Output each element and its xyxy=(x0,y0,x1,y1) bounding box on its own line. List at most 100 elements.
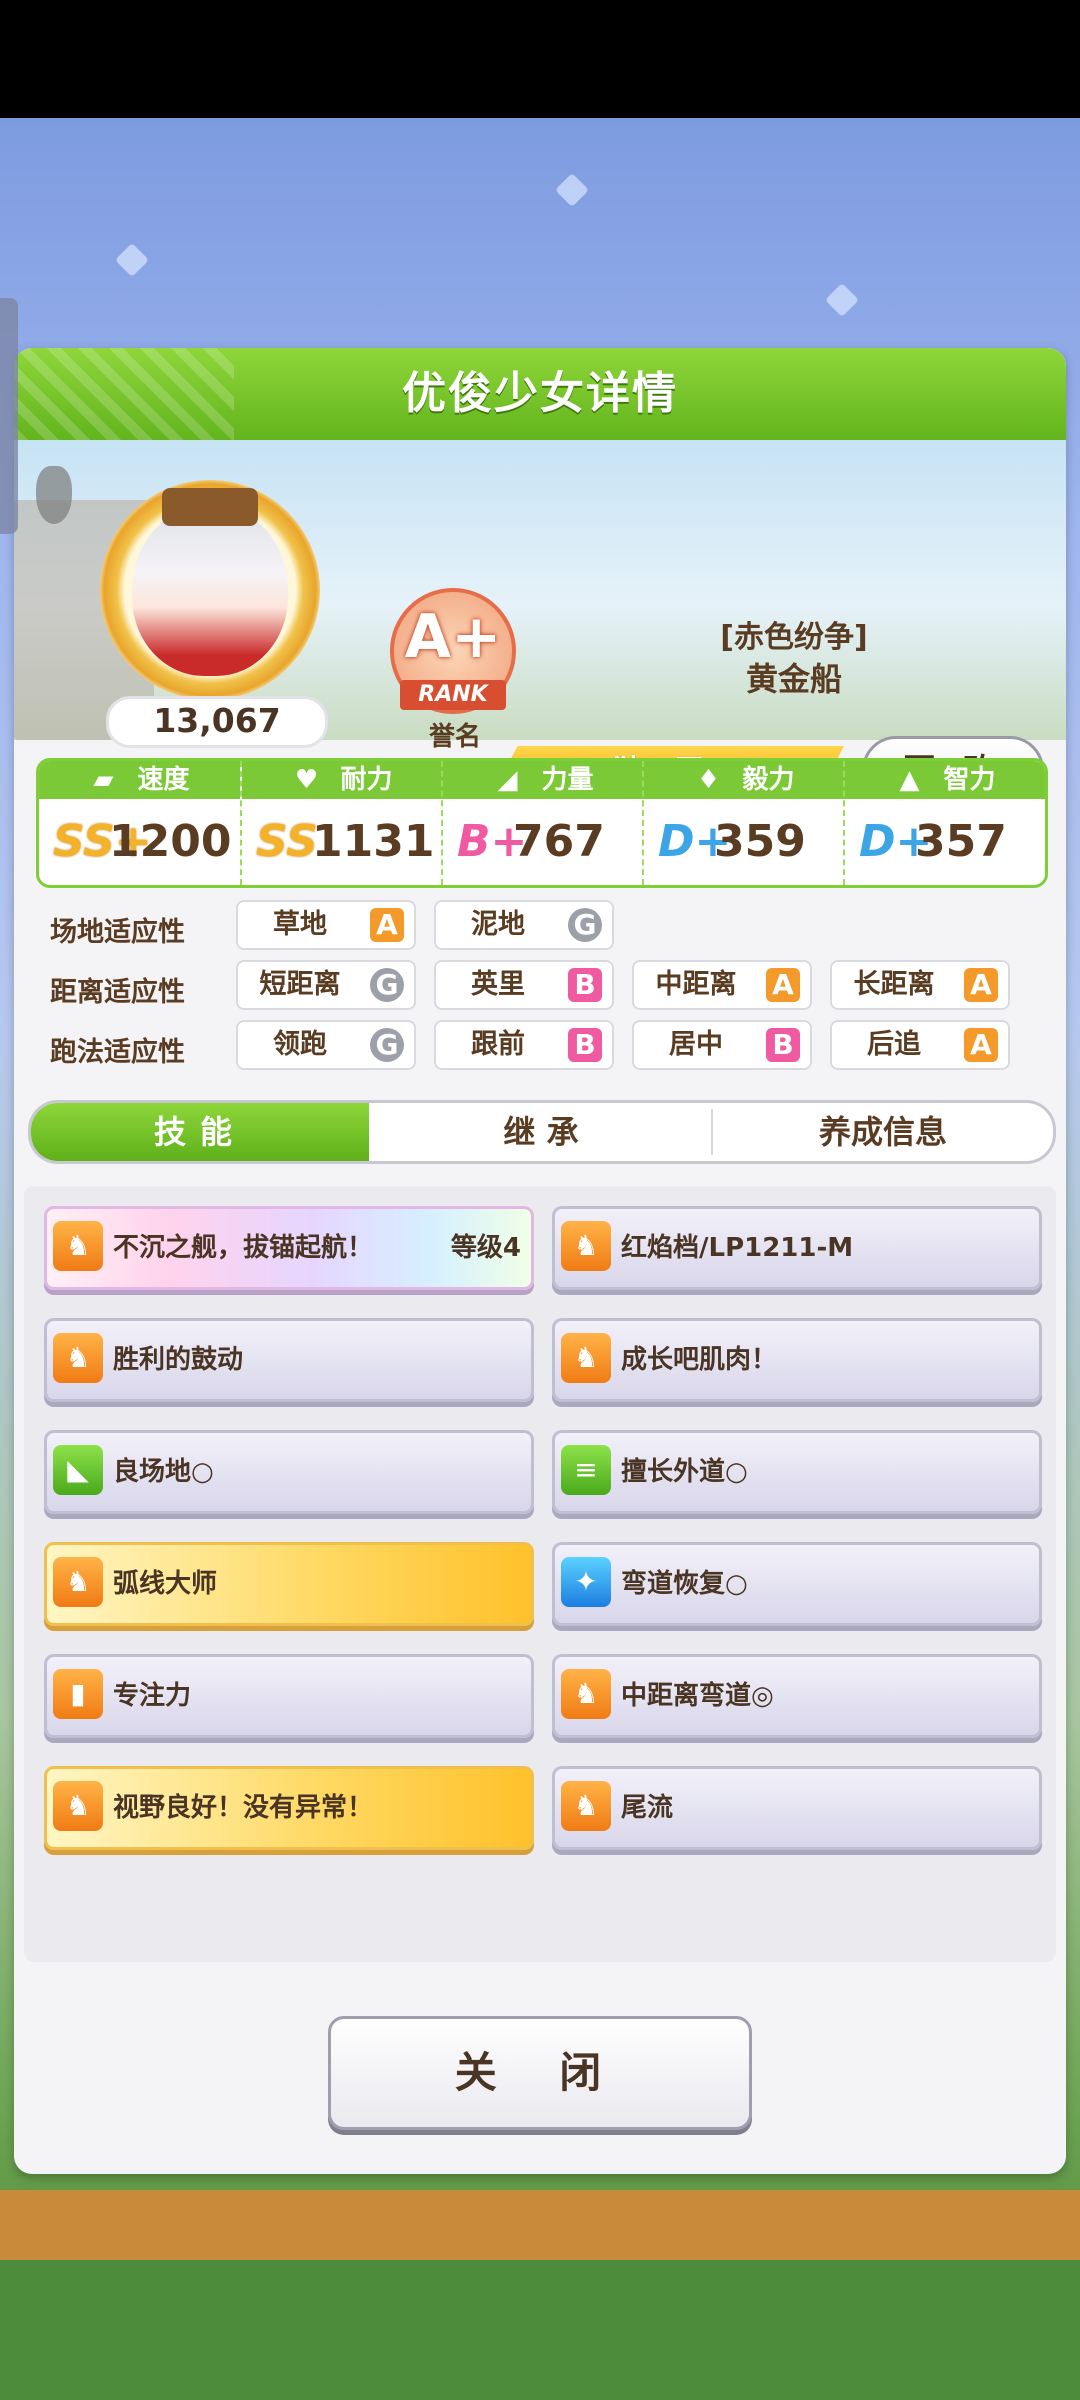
arm-icon: ◢ xyxy=(497,765,518,795)
skill-label: 视野良好！没有异常！ xyxy=(113,1793,374,1823)
skill-item[interactable]: ◣ 良场地○ xyxy=(44,1430,534,1514)
shoe-icon: ▰ xyxy=(93,765,114,795)
skill-level: 等级4 xyxy=(450,1233,521,1263)
track-lanes-icon: ≡ xyxy=(561,1445,611,1495)
stat-value: 767 xyxy=(513,816,605,867)
sparkle-decoration xyxy=(115,243,149,277)
aptitude-late-surger: 居中 B xyxy=(632,1020,812,1070)
horse-runner-icon: ♞ xyxy=(53,1557,103,1607)
carrot-icon xyxy=(36,466,72,524)
skill-item[interactable]: ♞ 尾流 xyxy=(552,1766,1042,1850)
horse-runner-icon: ♞ xyxy=(53,1333,103,1383)
skills-list: ♞ 不沉之舰，拔锚起航！ 等级4 ♞ 红焰档/LP1211-M ♞ 胜利的鼓动 … xyxy=(24,1186,1056,1962)
stat-wisdom: ▲ 智力 D+ 357 xyxy=(843,761,1045,885)
skill-label: 红焰档/LP1211-M xyxy=(621,1233,854,1263)
close-button[interactable]: 关 闭 xyxy=(328,2016,752,2130)
stat-label: 速度 xyxy=(137,765,190,795)
stat-power: ◢ 力量 B+ 767 xyxy=(441,761,644,885)
stat-grade: SS xyxy=(256,816,318,867)
stat-grade: SS+ xyxy=(53,816,152,867)
aptitude-rank: G xyxy=(370,968,404,1002)
aptitude-rank: A xyxy=(766,968,800,1002)
stat-guts: ♦ 毅力 D+ 359 xyxy=(642,761,845,885)
horse-runner-icon: ♞ xyxy=(561,1669,611,1719)
character-name: 黄金船 xyxy=(745,660,842,698)
skill-item[interactable]: ♞ 中距离弯道◎ xyxy=(552,1654,1042,1738)
stat-label: 智力 xyxy=(943,765,996,795)
tab-inheritance[interactable]: 继 承 xyxy=(371,1103,711,1161)
skill-item[interactable]: ♞ 视野良好！没有异常！ xyxy=(44,1766,534,1850)
aptitude-end-closer: 后追 A xyxy=(830,1020,1010,1070)
aptitude-short: 短距离 G xyxy=(236,960,416,1010)
skill-label: 成长吧肌肉！ xyxy=(621,1345,778,1375)
skill-item[interactable]: ♞ 不沉之舰，拔锚起航！ 等级4 xyxy=(44,1206,534,1290)
aptitude-rank: A xyxy=(964,1028,998,1062)
skill-item[interactable]: ♞ 成长吧肌肉！ xyxy=(552,1318,1042,1402)
panel-title: 优俊少女详情 xyxy=(402,368,678,419)
stat-grade: B+ xyxy=(457,816,528,867)
stat-speed: ▰ 速度 SS+ 1200 xyxy=(39,761,240,885)
sparkle-icon: ✦ xyxy=(561,1557,611,1607)
skill-item[interactable]: ▮ 专注力 xyxy=(44,1654,534,1738)
stat-stamina: ♥ 耐力 SS 1131 xyxy=(240,761,443,885)
skill-label: 胜利的鼓动 xyxy=(113,1345,244,1375)
flame-icon: ♦ xyxy=(696,765,721,795)
skill-label: 中距离弯道◎ xyxy=(621,1681,774,1711)
starting-gate-icon: ▮ xyxy=(53,1669,103,1719)
aptitude-rank: A xyxy=(964,968,998,1002)
aptitude-rank: G xyxy=(370,1028,404,1062)
panel-header: 优俊少女详情 xyxy=(14,348,1066,440)
stat-value: 357 xyxy=(915,816,1007,867)
aptitude-rank: G xyxy=(568,908,602,942)
side-drawer-handle[interactable] xyxy=(0,298,18,534)
skill-label: 良场地○ xyxy=(113,1457,214,1487)
aptitude-front-runner: 领跑 G xyxy=(236,1020,416,1070)
stat-label: 力量 xyxy=(541,765,594,795)
rank-grade: A+ xyxy=(404,602,502,672)
stat-grade: D+ xyxy=(859,816,933,867)
aptitude-mile: 英里 B xyxy=(434,960,614,1010)
skill-label: 弧线大师 xyxy=(113,1569,218,1599)
skill-item[interactable]: ♞ 红焰档/LP1211-M xyxy=(552,1206,1042,1290)
horse-runner-icon: ♞ xyxy=(561,1333,611,1383)
grass-decoration xyxy=(0,2260,1080,2400)
skill-label: 不沉之舰，拔锚起航！ xyxy=(113,1233,374,1263)
stat-value: 359 xyxy=(714,816,806,867)
skill-item[interactable]: ♞ 弧线大师 xyxy=(44,1542,534,1626)
distance-aptitude-label: 距离适应性 xyxy=(50,977,185,1008)
tab-training-info[interactable]: 养成信息 xyxy=(713,1103,1053,1161)
aptitude-rank: B xyxy=(766,1028,800,1062)
aptitude-dirt: 泥地 G xyxy=(434,900,614,950)
detail-tabs: 技能 继 承 养成信息 xyxy=(28,1100,1056,1164)
hat-decoration xyxy=(162,488,258,526)
heart-icon: ♥ xyxy=(294,765,319,795)
sparkle-decoration xyxy=(825,283,859,317)
aptitude-medium: 中距离 A xyxy=(632,960,812,1010)
aptitude-rank: B xyxy=(568,968,602,1002)
tab-skills[interactable]: 技能 xyxy=(31,1103,369,1161)
horse-girl-detail-panel: 优俊少女详情 A+ RANK 誉名 [赤色纷争] 黄金船 独一无二 更 改 13… xyxy=(14,348,1066,2174)
horse-runner-icon: ♞ xyxy=(53,1221,103,1271)
aptitude-long: 长距离 A xyxy=(830,960,1010,1010)
stat-value: 1200 xyxy=(109,816,232,867)
stat-grade: D+ xyxy=(658,816,732,867)
skill-label: 专注力 xyxy=(113,1681,192,1711)
aptitude-turf: 草地 A xyxy=(236,900,416,950)
status-bar xyxy=(0,0,1080,118)
stat-label: 耐力 xyxy=(340,765,393,795)
strategy-aptitude-label: 跑法适应性 xyxy=(50,1037,185,1068)
track-aptitude-label: 场地适应性 xyxy=(50,917,185,948)
stats-panel: ▰ 速度 SS+ 1200 ♥ 耐力 SS 1131 ◢ 力量 B+ 767 ♦ 毅力 … xyxy=(36,758,1048,888)
rank-ribbon: RANK xyxy=(400,680,506,710)
skill-label: 擅长外道○ xyxy=(621,1457,748,1487)
aptitude-rank: A xyxy=(370,908,404,942)
skill-label: 弯道恢复○ xyxy=(621,1569,748,1599)
stat-value: 1131 xyxy=(312,816,435,867)
skill-item[interactable]: ♞ 胜利的鼓动 xyxy=(44,1318,534,1402)
sparkle-decoration xyxy=(555,173,589,207)
character-portrait[interactable] xyxy=(100,480,320,700)
skill-item[interactable]: ✦ 弯道恢复○ xyxy=(552,1542,1042,1626)
graduation-cap-icon: ▲ xyxy=(899,765,920,795)
skill-item[interactable]: ≡ 擅长外道○ xyxy=(552,1430,1042,1514)
profile-hero: A+ RANK 誉名 [赤色纷争] 黄金船 独一无二 更 改 xyxy=(14,440,1066,806)
